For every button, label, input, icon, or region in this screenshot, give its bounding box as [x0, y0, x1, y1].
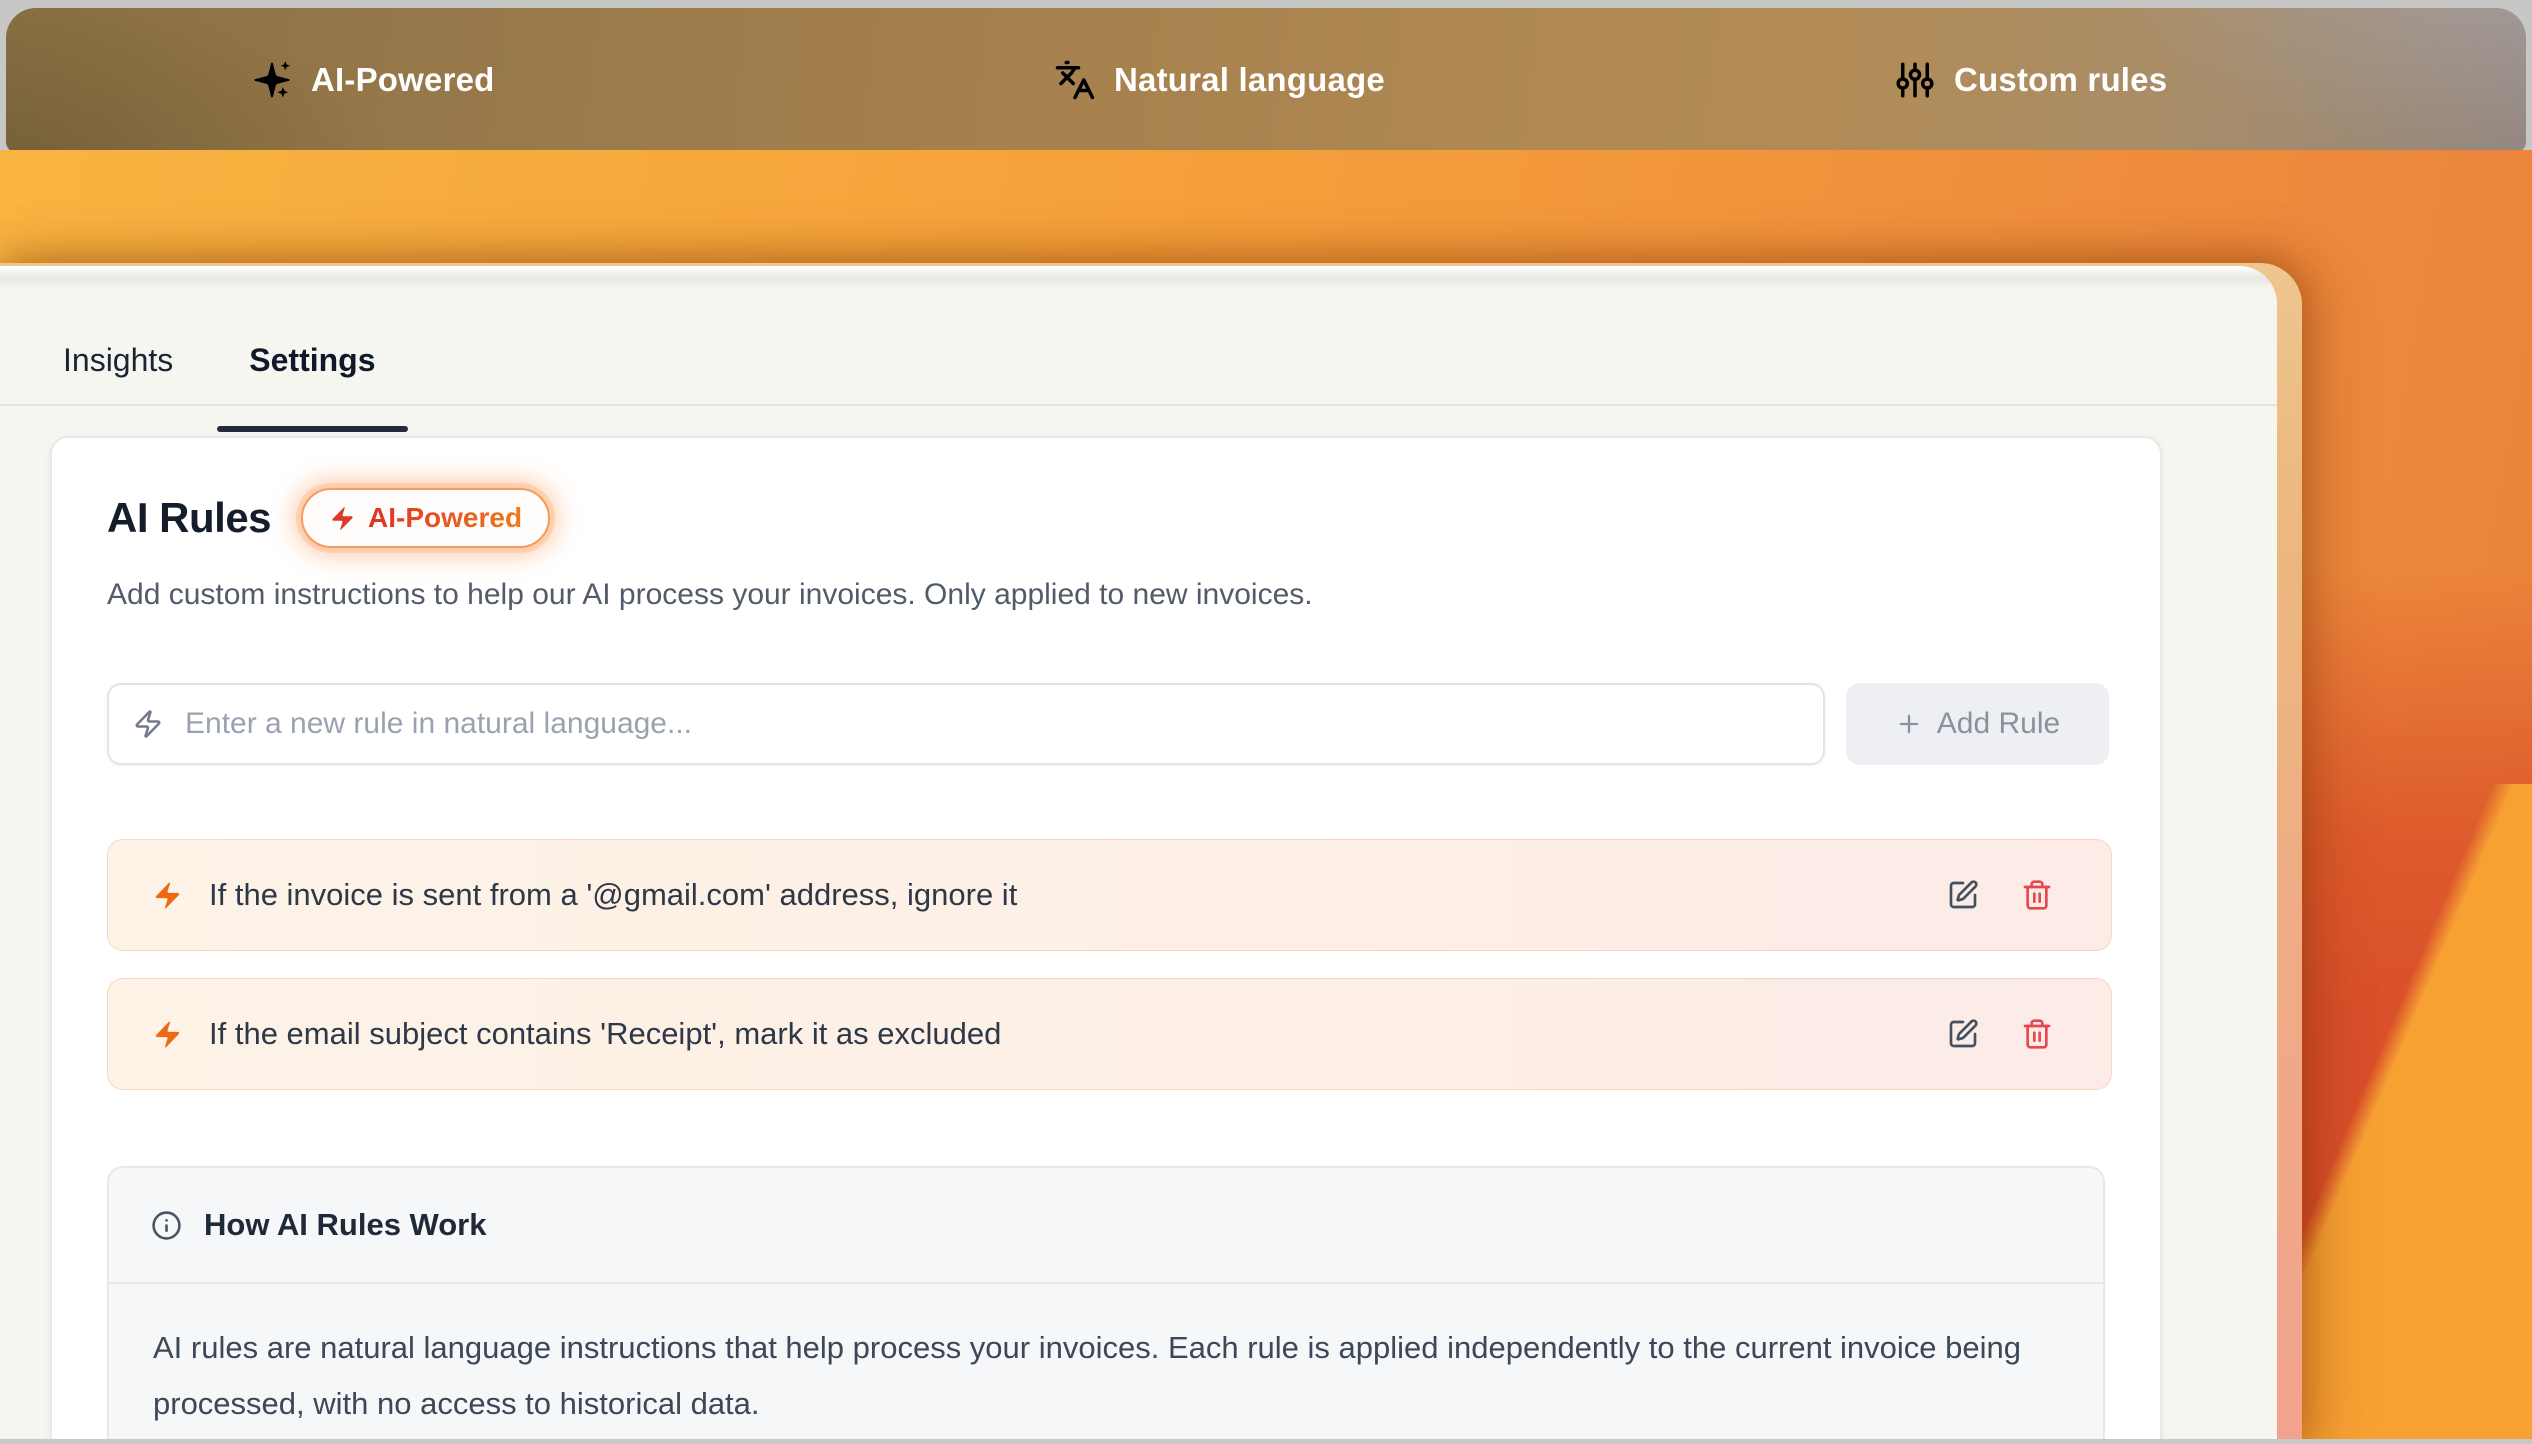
feature-bar: AI-Powered Natural language Custom rules: [6, 8, 2526, 152]
app-window: Insights Settings AI Rules AI-Powered: [0, 263, 2302, 1444]
badge-label: AI-Powered: [368, 502, 522, 534]
feature-label: Custom rules: [1954, 61, 2167, 99]
plus-icon: [1895, 710, 1923, 738]
tab-divider: [0, 404, 2277, 406]
info-icon: [151, 1210, 182, 1241]
add-rule-label: Add Rule: [1937, 707, 2060, 741]
how-ai-rules-work-section: How AI Rules Work AI rules are natural l…: [107, 1166, 2105, 1444]
edit-rule-icon[interactable]: [1947, 1018, 1979, 1050]
tab-bar: Insights Settings: [25, 288, 414, 418]
add-rule-button[interactable]: Add Rule: [1846, 683, 2109, 765]
card-header: AI Rules AI-Powered: [107, 488, 550, 548]
tab-insights[interactable]: Insights: [25, 302, 211, 418]
page-title: AI Rules: [107, 494, 271, 542]
card-subtitle: Add custom instructions to help our AI p…: [107, 578, 1313, 612]
tab-label: Settings: [249, 342, 375, 379]
rule-actions: [1947, 879, 2053, 911]
zap-icon: [152, 880, 183, 911]
rule-text: If the invoice is sent from a '@gmail.co…: [209, 877, 1921, 913]
zap-icon: [152, 1019, 183, 1050]
app-window-content: Insights Settings AI Rules AI-Powered: [0, 266, 2277, 1444]
screenshot-root: AI-Powered Natural language Custom rules: [0, 0, 2532, 1444]
languages-icon: [1054, 59, 1096, 101]
ai-rules-card: AI Rules AI-Powered Add custom instructi…: [50, 436, 2162, 1444]
feature-label: Natural language: [1114, 61, 1385, 99]
zap-icon: [133, 709, 163, 739]
feature-natural-language: Natural language: [1054, 8, 1385, 152]
info-box-header: How AI Rules Work: [109, 1168, 2103, 1284]
feature-ai-powered: AI-Powered: [251, 8, 495, 152]
edit-rule-icon[interactable]: [1947, 879, 1979, 911]
zap-icon: [329, 505, 356, 532]
delete-rule-icon[interactable]: [2021, 879, 2053, 911]
info-body-text: AI rules are natural language instructio…: [109, 1284, 2097, 1444]
tab-settings[interactable]: Settings: [211, 302, 413, 418]
delete-rule-icon[interactable]: [2021, 1018, 2053, 1050]
ai-powered-badge: AI-Powered: [301, 488, 550, 548]
sliders-icon: [1894, 59, 1936, 101]
rule-row: If the email subject contains 'Receipt',…: [107, 978, 2112, 1090]
screenshot-bottom-edge: [0, 1439, 2532, 1444]
rule-actions: [1947, 1018, 2053, 1050]
window-top-edge: [0, 266, 2277, 288]
rule-row: If the invoice is sent from a '@gmail.co…: [107, 839, 2112, 951]
info-title: How AI Rules Work: [204, 1207, 486, 1243]
sparkles-icon: [251, 59, 293, 101]
rule-text: If the email subject contains 'Receipt',…: [209, 1016, 1921, 1052]
feature-label: AI-Powered: [311, 61, 495, 99]
tab-label: Insights: [63, 342, 173, 379]
rule-input[interactable]: [183, 706, 1803, 742]
rule-input-container: [107, 683, 1825, 765]
feature-custom-rules: Custom rules: [1894, 8, 2167, 152]
